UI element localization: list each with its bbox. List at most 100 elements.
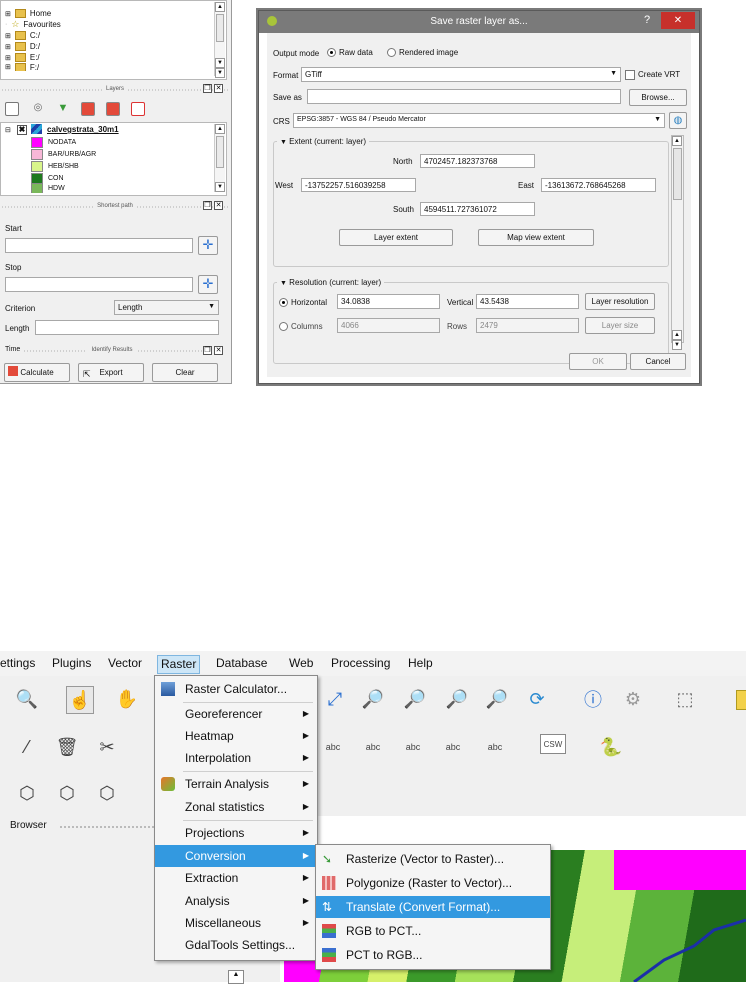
menu-item-analysis[interactable]: Analysis ▶ [155, 890, 317, 912]
help-button[interactable]: ? [644, 14, 650, 26]
label-rotate-icon[interactable]: abc [440, 734, 466, 760]
menu-item-gdaltools-settings[interactable]: GdalTools Settings... [155, 934, 317, 956]
pan-hand-icon[interactable]: ✋ [114, 686, 140, 712]
menu-item-miscellaneous[interactable]: Miscellaneous ▶ [155, 912, 317, 934]
stop-input[interactable] [5, 277, 193, 292]
tree-scrollbar[interactable]: ▲ ▼ ▼ [214, 2, 225, 78]
menu-plugins[interactable]: Plugins [52, 655, 91, 672]
label-change-icon[interactable]: abc [482, 734, 508, 760]
browse-button[interactable]: Browse... [629, 89, 687, 106]
layer-visibility-checkbox[interactable]: ✖ [17, 125, 27, 135]
zoom-selection-icon[interactable]: 🔎 [402, 686, 428, 712]
identify-icon[interactable]: ⓘ [580, 686, 606, 712]
close-button[interactable]: ✕ [661, 12, 695, 29]
layer-extent-button[interactable]: Layer extent [339, 229, 453, 246]
tree-item-f[interactable]: ⊞ F:/ [5, 63, 39, 71]
expand-all-icon[interactable] [81, 102, 95, 116]
select-features-icon[interactable]: ⬚ [672, 686, 698, 712]
float-icon[interactable]: ❐ [203, 201, 212, 210]
menu-item-conversion[interactable]: Conversion ▶ [155, 845, 317, 867]
tree-item-home[interactable]: ⊞ Home [5, 8, 51, 19]
filter-icon[interactable]: ▼ [57, 102, 69, 114]
menu-item-rgb-to-pct[interactable]: RGB to PCT... [316, 920, 550, 942]
close-icon[interactable]: ✕ [214, 201, 223, 210]
horizontal-input[interactable]: 34.0838 [337, 294, 440, 309]
east-input[interactable]: -13613672.768645268 [541, 178, 656, 192]
menu-settings[interactable]: ettings [0, 655, 35, 672]
scroll-down-icon[interactable]: ▼ [215, 68, 225, 78]
annotation-icon[interactable] [736, 690, 746, 710]
dialog-scrollbar[interactable]: ▲ ▲ ▼ [671, 135, 684, 350]
horizontal-radio[interactable]: Horizontal [279, 298, 327, 308]
tree-item-favourites[interactable]: · ☆ Favourites [5, 19, 61, 30]
zoom-layer-icon[interactable]: 🔎 [360, 686, 386, 712]
action-icon[interactable]: ⚙ [620, 686, 646, 712]
menu-raster[interactable]: Raster [157, 655, 201, 674]
menu-item-extraction[interactable]: Extraction ▶ [155, 867, 317, 889]
add-ring-icon[interactable]: ⬡ [54, 780, 80, 806]
north-input[interactable]: 4702457.182373768 [420, 154, 535, 168]
menu-item-zonal-statistics[interactable]: Zonal statistics ▶ [155, 796, 317, 818]
clear-button[interactable]: Clear [152, 363, 218, 382]
scroll-up-icon[interactable]: ▲ [672, 136, 682, 146]
crosshair-icon[interactable]: ✛ [198, 275, 218, 294]
menu-web[interactable]: Web [289, 655, 313, 672]
calculate-button[interactable]: Calculate [4, 363, 70, 382]
scroll-thumb[interactable] [216, 136, 224, 168]
tree-item-e[interactable]: ⊞ E:/ [5, 52, 40, 63]
scroll-down-icon[interactable]: ▼ [215, 182, 225, 192]
label-move-icon[interactable]: abc [400, 734, 426, 760]
zoom-select-icon[interactable]: 🔍 [14, 686, 40, 712]
layers-scrollbar[interactable]: ▲ ▼ [214, 124, 225, 192]
west-input[interactable]: -13752257.516039258 [301, 178, 416, 192]
label-pin-icon[interactable]: abc [320, 734, 346, 760]
menu-item-interpolation[interactable]: Interpolation ▶ [155, 747, 317, 769]
menu-processing[interactable]: Processing [331, 655, 390, 672]
format-select[interactable]: GTiff ▼ [301, 67, 621, 82]
pan-touch-icon[interactable]: ☝ [66, 686, 94, 714]
reshape-icon[interactable]: ⬡ [94, 780, 120, 806]
resolution-group-title[interactable]: ▼ Resolution (current: layer) [277, 278, 385, 287]
south-input[interactable]: 4594511.727361072 [420, 202, 535, 216]
vertical-input[interactable]: 43.5438 [476, 294, 579, 309]
tree-item-c[interactable]: ⊞ C:/ [5, 30, 40, 41]
layer-size-button[interactable]: Layer size [585, 317, 655, 334]
add-group-icon[interactable] [5, 102, 19, 116]
cut-icon[interactable]: ✂ [94, 734, 120, 760]
export-button[interactable]: ⇱ Export [78, 363, 144, 382]
float-icon[interactable]: ❐ [203, 84, 212, 93]
menu-item-georeferencer[interactable]: Georeferencer ▶ [155, 703, 317, 725]
crs-select[interactable]: EPSG:3857 - WGS 84 / Pseudo Mercator ▼ [293, 113, 665, 128]
cancel-button[interactable]: Cancel [630, 353, 686, 370]
rendered-image-radio[interactable]: Rendered image [387, 48, 458, 58]
menu-help[interactable]: Help [408, 655, 433, 672]
layer-resolution-button[interactable]: Layer resolution [585, 293, 655, 310]
scroll-thumb[interactable] [673, 148, 682, 200]
float-icon[interactable]: ❐ [203, 346, 212, 355]
scroll-up-icon[interactable]: ▲ [215, 124, 225, 134]
menu-item-pct-to-rgb[interactable]: PCT to RGB... [316, 944, 550, 966]
zoom-last-icon[interactable]: 🔎 [444, 686, 470, 712]
remove-layer-icon[interactable] [131, 102, 145, 116]
map-view-extent-button[interactable]: Map view extent [478, 229, 594, 246]
zoom-next-icon[interactable]: 🔎 [484, 686, 510, 712]
menu-vector[interactable]: Vector [108, 655, 142, 672]
layer-name[interactable]: calvegstrata_30m1 [47, 125, 119, 134]
menu-item-polygonize[interactable]: Polygonize (Raster to Vector)... [316, 872, 550, 894]
close-icon[interactable]: ✕ [214, 346, 223, 355]
start-input[interactable] [5, 238, 193, 253]
menu-item-rasterize[interactable]: ➘ Rasterize (Vector to Raster)... [316, 848, 550, 870]
criterion-select[interactable]: Length ▼ [114, 300, 219, 315]
menu-item-projections[interactable]: Projections ▶ [155, 822, 317, 844]
scroll-down-icon[interactable]: ▼ [215, 58, 225, 68]
close-icon[interactable]: ✕ [214, 84, 223, 93]
menu-item-raster-calculator[interactable]: Raster Calculator... [155, 678, 317, 700]
menu-item-translate[interactable]: ⇅ Translate (Convert Format)... [316, 896, 550, 918]
menu-item-heatmap[interactable]: Heatmap ▶ [155, 725, 317, 747]
crosshair-icon[interactable]: ✛ [198, 236, 218, 255]
create-vrt-checkbox[interactable]: Create VRT [625, 70, 680, 80]
python-icon[interactable]: 🐍 [598, 734, 624, 760]
columns-radio[interactable]: Columns [279, 322, 323, 332]
collapse-all-icon[interactable] [106, 102, 120, 116]
csw-icon[interactable]: CSW [540, 734, 566, 754]
